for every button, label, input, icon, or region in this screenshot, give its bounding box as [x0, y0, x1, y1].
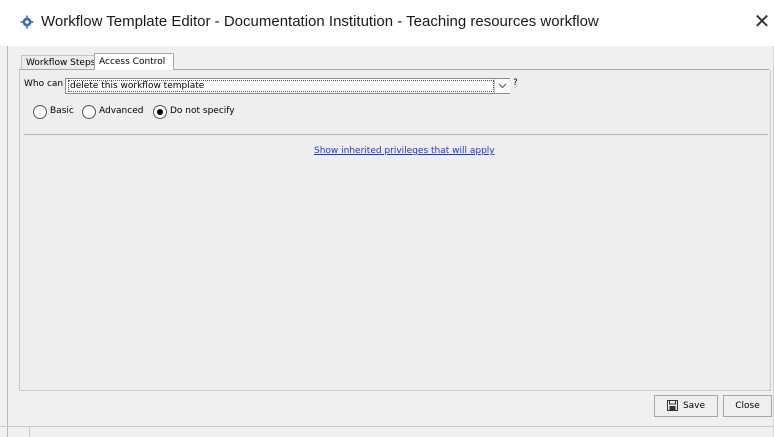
radio-circle — [82, 105, 96, 119]
window-title: Workflow Template Editor - Documentation… — [41, 13, 599, 30]
radio-do-not-specify-label: Do not specify — [170, 106, 235, 116]
close-button[interactable]: Close — [723, 395, 772, 417]
save-button-label: Save — [682, 401, 706, 411]
show-inherited-privileges-link[interactable]: Show inherited privileges that will appl… — [314, 146, 495, 156]
section-divider — [24, 134, 768, 135]
radio-do-not-specify[interactable]: Do not specify — [153, 105, 243, 119]
title-bar: Workflow Template Editor - Documentation… — [0, 0, 774, 46]
status-bar-divider — [0, 426, 774, 427]
floppy-disk-icon — [666, 400, 678, 411]
radio-circle — [33, 105, 47, 119]
close-icon[interactable]: ✕ — [752, 10, 772, 32]
tab-workflow-steps[interactable]: Workflow Steps — [21, 55, 101, 70]
radio-selected-dot — [157, 109, 163, 115]
save-button[interactable]: Save — [654, 395, 718, 417]
radio-circle — [153, 105, 167, 119]
action-dropdown-value: delete this workflow template — [68, 80, 494, 92]
gear-icon — [20, 15, 34, 29]
tab-access-control[interactable]: Access Control — [94, 53, 174, 70]
radio-basic-label: Basic — [50, 106, 74, 116]
chevron-down-icon[interactable] — [494, 79, 510, 93]
window-left-border — [7, 46, 8, 437]
status-bar-segment — [29, 427, 30, 437]
editor-window: Workflow Template Editor - Documentation… — [0, 0, 774, 437]
radio-advanced[interactable]: Advanced — [82, 105, 152, 119]
radio-advanced-label: Advanced — [99, 106, 144, 116]
help-icon[interactable]: ? — [513, 78, 518, 88]
action-dropdown[interactable]: delete this workflow template — [65, 78, 510, 94]
who-can-label: Who can — [24, 79, 64, 89]
